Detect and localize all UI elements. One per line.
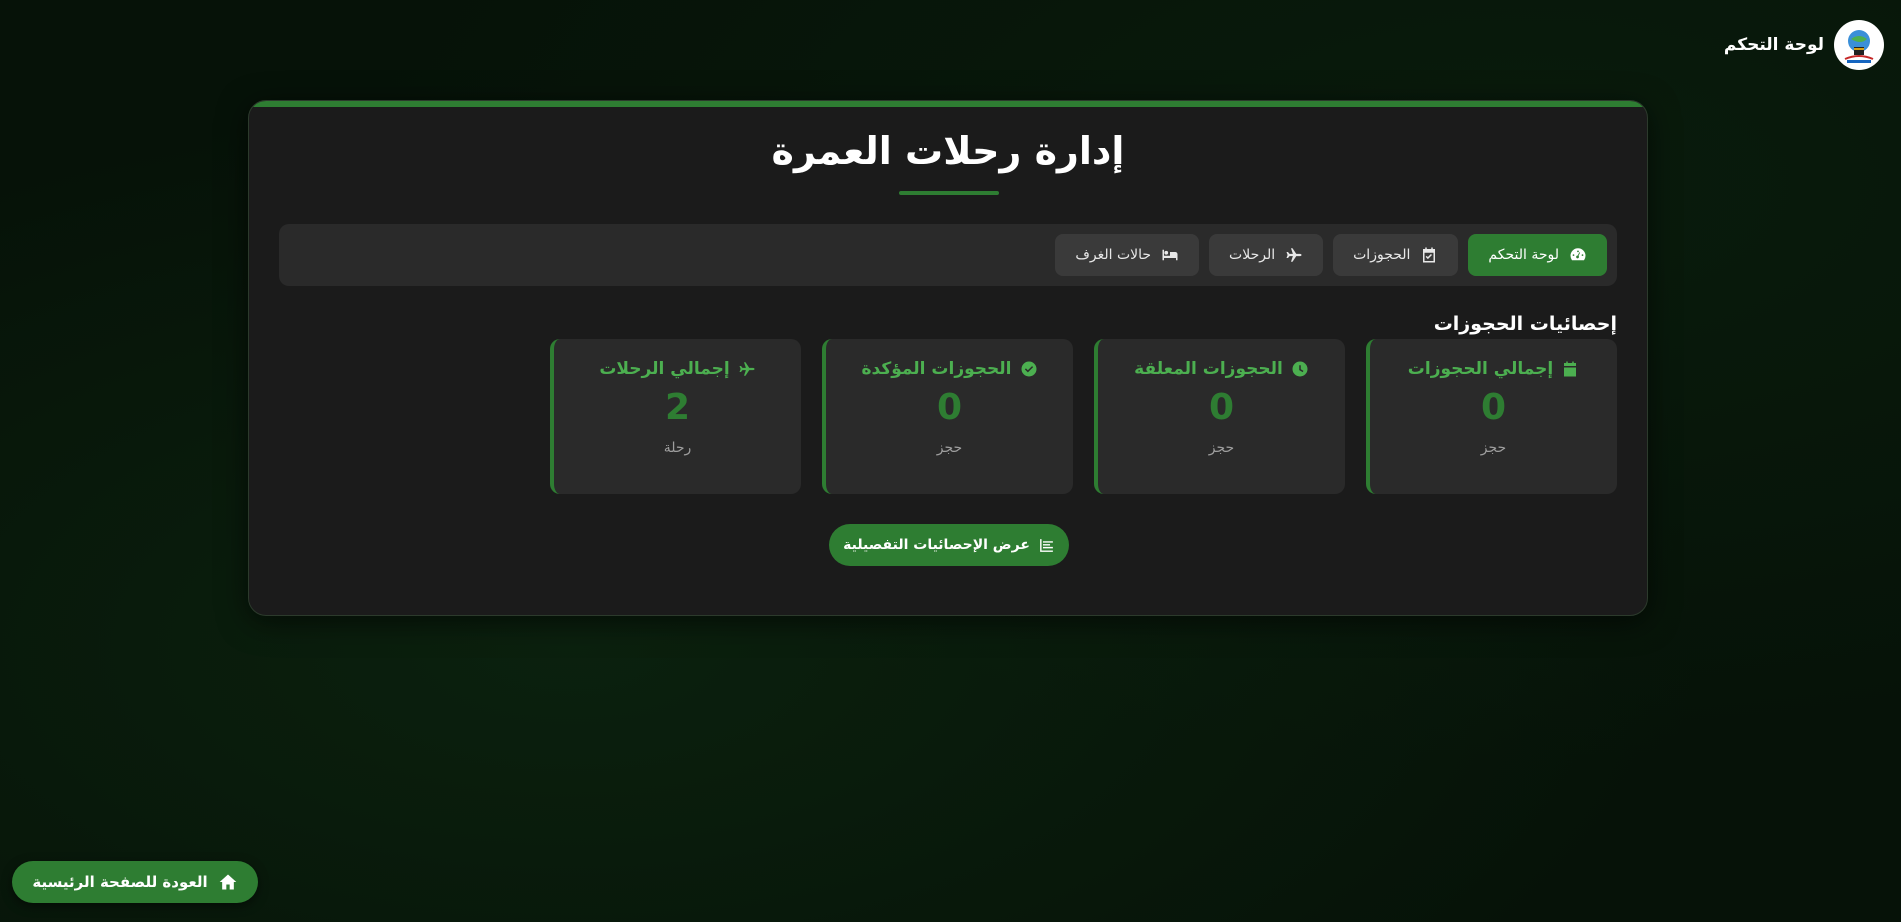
stats-section-title: إحصائيات الحجوزات (1433, 313, 1617, 335)
stat-card-pending-bookings: الحجوزات المعلقة 0 حجز (1094, 339, 1345, 494)
stat-unit: رحلة (663, 440, 692, 456)
stat-unit: حجز (936, 440, 963, 456)
plane-icon (739, 362, 755, 376)
stat-title: الحجوزات المؤكدة (861, 359, 1012, 379)
nav-dashboard-label: لوحة التحكم (1488, 247, 1559, 263)
back-home-button[interactable]: العودة للصفحة الرئيسية (12, 861, 258, 903)
stat-value: 0 (1208, 387, 1235, 428)
gauge-icon (1570, 248, 1586, 261)
back-home-label: العودة للصفحة الرئيسية (32, 873, 208, 891)
kaaba-globe-logo-icon (1844, 30, 1874, 63)
nav-trips-label: الرحلات (1229, 247, 1276, 263)
nav-dashboard-button[interactable]: لوحة التحكم (1468, 234, 1607, 276)
bed-icon (1162, 249, 1178, 261)
stat-title: إجمالي الرحلات (599, 359, 730, 379)
stat-card-header: الحجوزات المعلقة (1134, 359, 1309, 379)
stat-title: إجمالي الحجوزات (1407, 359, 1554, 379)
stat-card-confirmed-bookings: الحجوزات المؤكدة 0 حجز (822, 339, 1073, 494)
clock-icon (1292, 361, 1308, 377)
stat-value: 2 (664, 387, 691, 428)
calendar-icon (1564, 361, 1577, 377)
nav-bar: لوحة التحكم الحجوزات الرحلات حالات الغرف (279, 224, 1617, 286)
nav-room-status-label: حالات الغرف (1075, 247, 1152, 263)
plane-icon (1286, 248, 1302, 262)
stat-card-total-trips: إجمالي الرحلات 2 رحلة (550, 339, 801, 494)
header-title: لوحة التحكم (1723, 35, 1824, 55)
stats-row: إجمالي الحجوزات 0 حجز الحجوزات المعلقة 0… (550, 339, 1617, 494)
stat-unit: حجز (1208, 440, 1235, 456)
stat-card-header: الحجوزات المؤكدة (862, 359, 1038, 379)
nav-trips-button[interactable]: الرحلات (1209, 234, 1324, 276)
stat-card-total-bookings: إجمالي الحجوزات 0 حجز (1366, 339, 1617, 494)
check-circle-icon (1021, 361, 1036, 377)
panel-top-accent (249, 101, 1647, 107)
nav-room-status-button[interactable]: حالات الغرف (1055, 234, 1200, 276)
main-panel: إدارة رحلات العمرة لوحة التحكم الحجوزات … (248, 100, 1648, 616)
top-header: لوحة التحكم (1724, 20, 1884, 70)
stat-unit: حجز (1480, 440, 1507, 456)
stat-value: 0 (1480, 387, 1507, 428)
nav-bookings-button[interactable]: الحجوزات (1333, 234, 1459, 276)
calendar-check-icon (1423, 247, 1436, 263)
chart-list-icon (1040, 538, 1053, 552)
nav-bookings-label: الحجوزات (1353, 247, 1411, 263)
home-icon (219, 874, 236, 890)
stat-value: 0 (936, 387, 963, 428)
stat-title: الحجوزات المعلقة (1134, 359, 1283, 379)
detailed-stats-label: عرض الإحصائيات التفصيلية (843, 537, 1030, 553)
page-title: إدارة رحلات العمرة (771, 129, 1125, 173)
stat-card-header: إجمالي الحجوزات (1408, 359, 1579, 379)
site-logo[interactable] (1834, 20, 1884, 70)
detailed-stats-button[interactable]: عرض الإحصائيات التفصيلية (829, 524, 1069, 566)
title-underline (899, 191, 999, 195)
stat-card-header: إجمالي الرحلات (599, 359, 755, 379)
